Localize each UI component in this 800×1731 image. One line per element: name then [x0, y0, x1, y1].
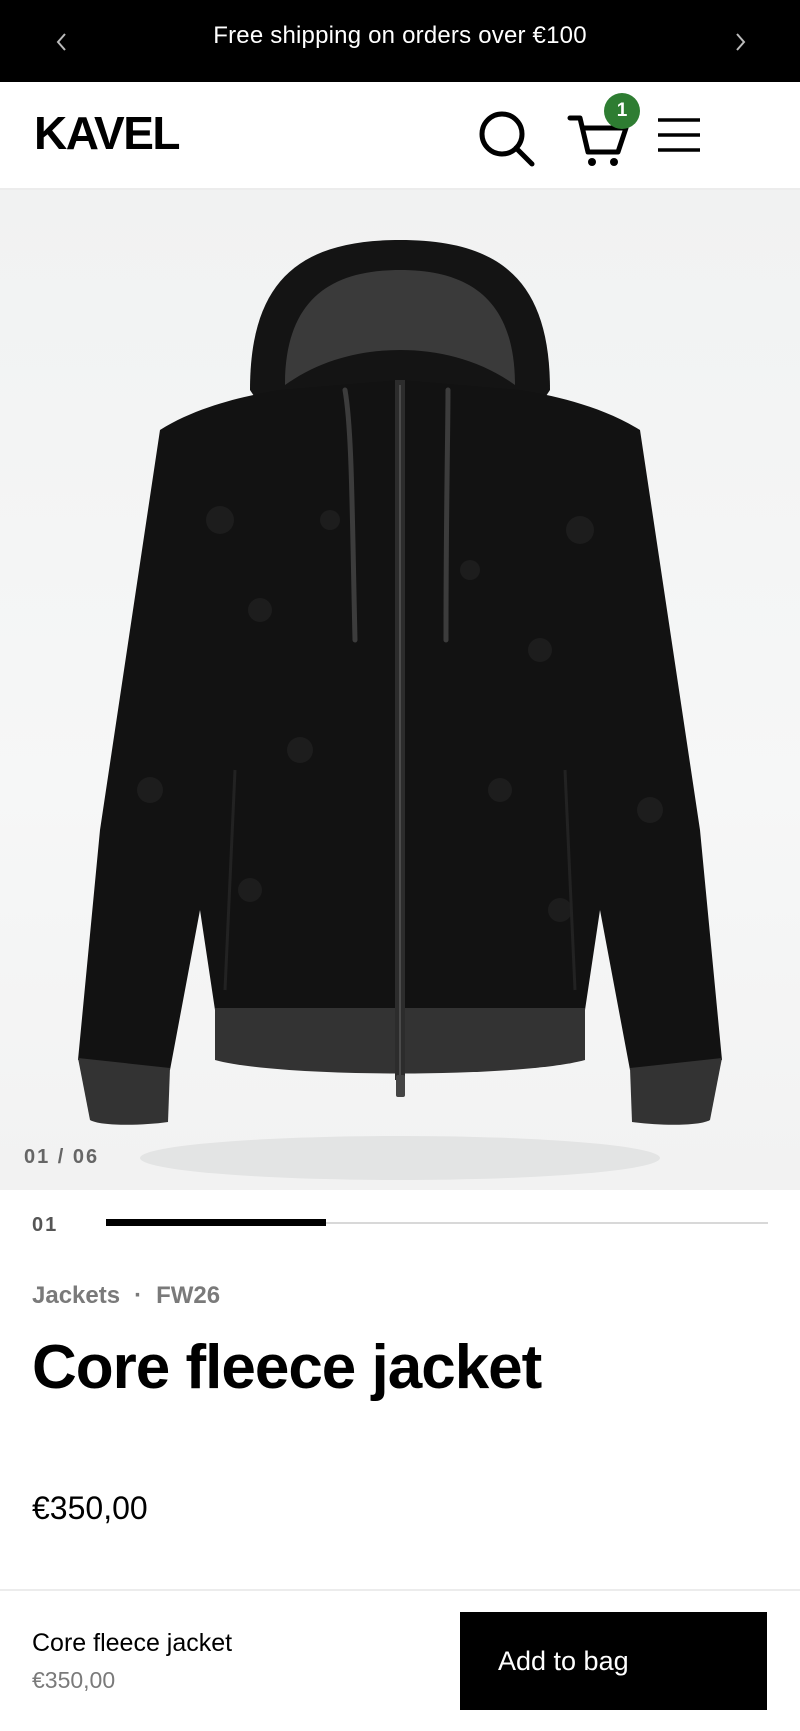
product-image-gallery[interactable]: 01 / 06 — [0, 190, 800, 1190]
product-title: Core fleece jacket — [32, 1333, 542, 1402]
chevron-right-icon[interactable] — [720, 22, 760, 62]
image-counter: 01 / 06 — [24, 1146, 100, 1168]
cart-count-badge: 1 — [604, 93, 640, 129]
product-price: €350,00 — [32, 1490, 148, 1526]
progress-track[interactable] — [106, 1219, 768, 1226]
announcement-text: Free shipping on orders over €100 — [213, 22, 587, 49]
progress-fill — [106, 1219, 327, 1226]
announcement-bar: Free shipping on orders over €100 — [0, 0, 800, 82]
hamburger-menu-icon[interactable] — [652, 112, 706, 158]
breadcrumb: Jackets · FW26 — [32, 1282, 220, 1310]
add-to-bag-button[interactable]: Add to bag — [460, 1612, 767, 1710]
progress-index: 01 — [32, 1214, 59, 1236]
sticky-product-name: Core fleece jacket — [32, 1629, 233, 1657]
gallery-progress: 01 — [0, 1190, 800, 1250]
search-icon[interactable] — [474, 106, 538, 170]
brand-logo[interactable]: KAVEL — [34, 106, 181, 160]
site-header: KAVEL — [0, 82, 800, 190]
breadcrumb-separator: · — [134, 1282, 143, 1309]
breadcrumb-category[interactable]: Jackets — [32, 1282, 120, 1309]
breadcrumb-season[interactable]: FW26 — [156, 1282, 220, 1309]
product-image — [78, 240, 722, 1180]
sticky-product-price: €350,00 — [32, 1667, 116, 1693]
sticky-add-to-bag-bar: Core fleece jacket €350,00 Add to bag — [0, 1589, 800, 1731]
